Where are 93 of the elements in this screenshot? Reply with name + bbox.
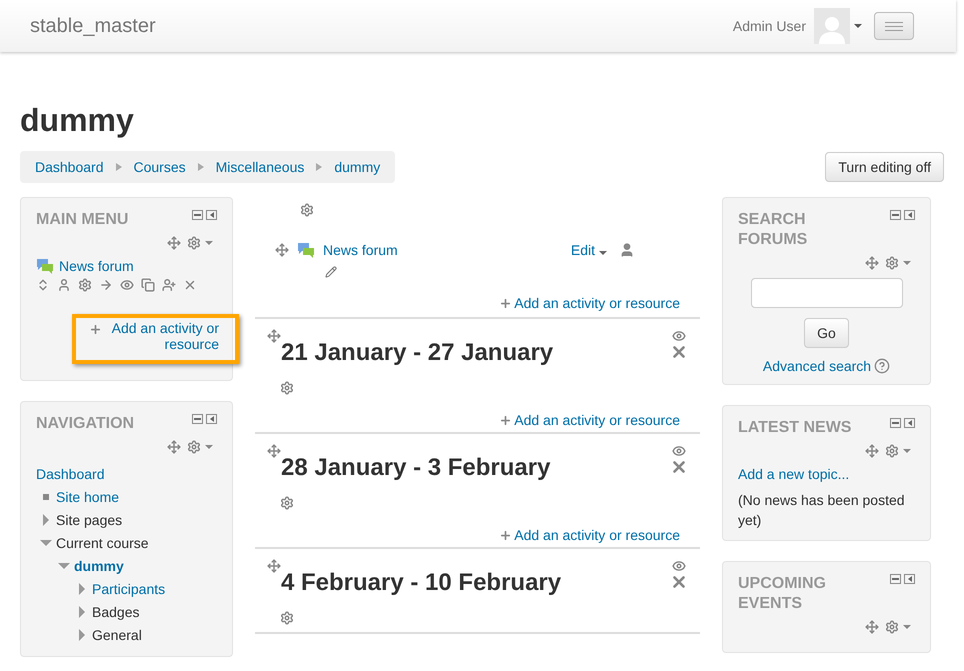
plus-icon xyxy=(499,414,512,426)
add-activity-link[interactable]: Add an activity or resource xyxy=(514,412,680,428)
breadcrumb-link[interactable]: Dashboard xyxy=(35,159,104,175)
chat-bubbles-icon xyxy=(36,258,54,274)
add-activity-link[interactable]: Add an activity or resource xyxy=(514,527,680,543)
plus-icon xyxy=(499,296,512,310)
nav-item[interactable]: Site pages xyxy=(56,512,122,528)
dock-icon[interactable] xyxy=(206,210,217,220)
move-icon[interactable] xyxy=(865,444,879,458)
dock-icon[interactable] xyxy=(904,418,915,428)
site-name[interactable]: stable_master xyxy=(30,14,733,38)
collapsed-arrow-icon[interactable] xyxy=(79,606,85,618)
edit-menu-link[interactable]: Edit xyxy=(570,242,611,258)
settings-icon[interactable] xyxy=(280,611,294,625)
nav-item[interactable]: Badges xyxy=(92,604,140,620)
plus-icon xyxy=(89,323,102,336)
help-icon[interactable] xyxy=(874,358,890,374)
eye-icon[interactable] xyxy=(672,329,686,343)
separator-icon xyxy=(316,163,322,171)
user-plus-icon[interactable] xyxy=(162,278,176,292)
block-title: MAIN MENU xyxy=(36,210,128,230)
settings-icon[interactable] xyxy=(280,381,294,395)
week-title: 21 January - 27 January xyxy=(281,339,554,367)
settings-icon[interactable] xyxy=(78,278,92,292)
week-title: 4 February - 10 February xyxy=(281,569,562,597)
advanced-search-link[interactable]: Advanced search xyxy=(762,358,872,374)
breadcrumb-link[interactable]: Courses xyxy=(134,159,186,175)
delete-icon[interactable] xyxy=(670,343,688,361)
dock-icon[interactable] xyxy=(206,414,217,424)
forum-link[interactable]: News forum xyxy=(59,258,134,274)
expanded-arrow-icon[interactable] xyxy=(40,540,52,546)
forum-link[interactable]: News forum xyxy=(323,242,563,258)
delete-icon[interactable] xyxy=(183,278,197,292)
move-icon[interactable] xyxy=(267,559,281,573)
nav-item[interactable]: Site home xyxy=(56,488,120,504)
breadcrumb-link[interactable]: dummy xyxy=(334,159,380,175)
add-activity-link[interactable]: Add an activity or resource xyxy=(514,295,680,311)
collapse-icon[interactable] xyxy=(890,574,901,584)
delete-icon[interactable] xyxy=(670,573,688,591)
collapse-icon[interactable] xyxy=(192,414,203,424)
separator-icon xyxy=(116,163,122,171)
separator-icon xyxy=(198,163,204,171)
user-name[interactable]: Admin User xyxy=(732,18,806,34)
nav-item[interactable]: Dashboard xyxy=(36,466,104,482)
collapsed-arrow-icon[interactable] xyxy=(43,514,49,526)
settings-icon[interactable] xyxy=(280,496,294,510)
copy-icon[interactable] xyxy=(141,278,155,292)
go-button[interactable]: Go xyxy=(804,318,849,348)
move-icon[interactable] xyxy=(167,236,181,250)
collapsed-arrow-icon[interactable] xyxy=(79,582,85,594)
breadcrumb-link[interactable]: Miscellaneous xyxy=(216,159,304,175)
arrow-right-icon[interactable] xyxy=(99,278,113,292)
nav-item[interactable]: General xyxy=(92,626,142,642)
pencil-icon[interactable] xyxy=(325,266,337,278)
eye-icon[interactable] xyxy=(672,559,686,573)
nav-item[interactable]: dummy xyxy=(74,558,124,574)
edit-toggle-button[interactable]: Turn editing off xyxy=(825,152,944,182)
delete-icon[interactable] xyxy=(670,458,688,476)
move-icon[interactable] xyxy=(275,243,289,257)
user-icon[interactable] xyxy=(57,278,71,292)
week-title: 28 January - 3 February xyxy=(281,454,550,482)
add-topic-link[interactable]: Add a new topic... xyxy=(738,466,850,482)
move-icon[interactable] xyxy=(267,444,281,458)
block-title: LATEST NEWS xyxy=(738,418,852,438)
move-icon[interactable] xyxy=(865,256,879,270)
plus-icon xyxy=(499,528,512,542)
dock-icon[interactable] xyxy=(904,210,915,220)
block-title: SEARCH FORUMS xyxy=(738,210,808,250)
collapse-icon[interactable] xyxy=(890,418,901,428)
search-field[interactable] xyxy=(750,278,902,308)
menu-button[interactable] xyxy=(874,12,914,40)
news-note: (No news has been posted yet) xyxy=(738,491,906,530)
block-title: UPCOMING EVENTS xyxy=(738,574,827,614)
eye-icon[interactable] xyxy=(120,278,134,292)
bullet-icon xyxy=(43,494,49,500)
collapse-icon[interactable] xyxy=(192,210,203,220)
move-icon[interactable] xyxy=(267,329,281,343)
add-activity-link[interactable]: Add an activity or resource xyxy=(104,320,219,352)
move-icon[interactable] xyxy=(865,620,879,634)
page-title: dummy xyxy=(20,102,135,139)
settings-icon[interactable] xyxy=(300,203,314,217)
expanded-arrow-icon[interactable] xyxy=(58,562,70,568)
move-icon[interactable] xyxy=(167,440,181,454)
eye-icon[interactable] xyxy=(672,444,686,458)
dock-icon[interactable] xyxy=(904,574,915,584)
collapsed-arrow-icon[interactable] xyxy=(79,628,85,640)
collapse-icon[interactable] xyxy=(890,210,901,220)
chat-bubbles-icon xyxy=(297,242,315,258)
block-title: NAVIGATION xyxy=(36,414,134,434)
nav-item[interactable]: Participants xyxy=(92,580,166,596)
nav-item[interactable]: Current course xyxy=(56,534,149,550)
caret-icon[interactable] xyxy=(854,24,862,28)
user-icon[interactable] xyxy=(619,242,635,258)
